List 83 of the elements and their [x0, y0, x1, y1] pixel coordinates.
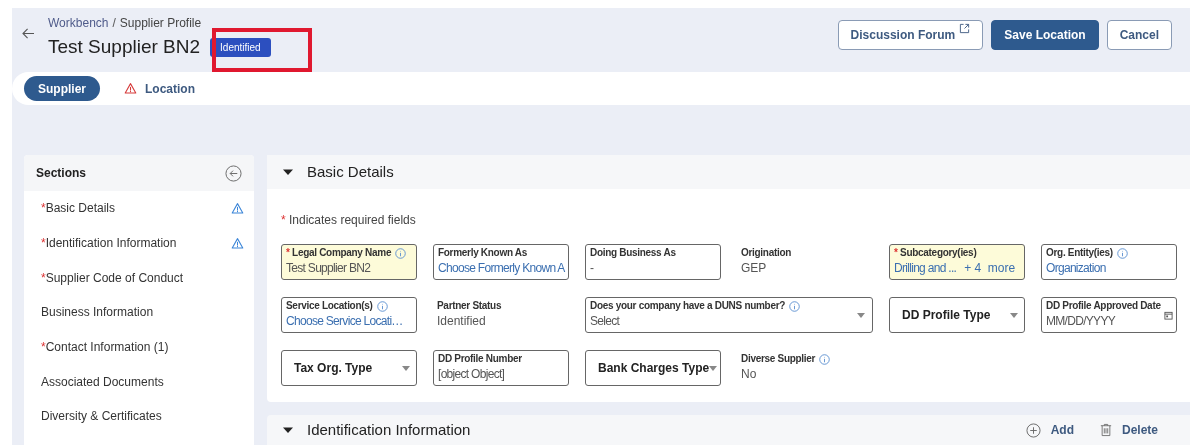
field-value: [object Object] — [438, 366, 505, 384]
input-field[interactable]: Doing Business As - — [585, 244, 721, 280]
save-button[interactable]: Save Location — [991, 20, 1099, 50]
input-field[interactable]: * Subcategory(ies) Drilling and ... + 4 more — [889, 244, 1025, 280]
input-field[interactable]: Org. Entity(ies) Organization — [1041, 244, 1177, 280]
field-value: Choose Service Locati… — [286, 313, 403, 331]
info-icon — [1116, 247, 1128, 259]
select-field[interactable]: Does your company have a DUNS number? Select — [585, 297, 873, 333]
field-label: Origination — [741, 246, 792, 260]
section-link[interactable]: Diversity & Certificates — [41, 407, 162, 426]
dropdown-label: DD Profile Type — [902, 307, 991, 324]
tab[interactable]: Location — [110, 76, 209, 101]
breadcrumb-link[interactable]: Workbench — [48, 14, 109, 32]
calendar-icon — [1164, 310, 1173, 320]
info-icon — [376, 300, 388, 312]
dropdown-field[interactable]: Bank Charges Type — [585, 350, 721, 386]
collapse-caret-icon[interactable] — [283, 167, 293, 177]
section-link[interactable]: Business Information — [41, 303, 154, 322]
back-arrow-icon[interactable] — [22, 28, 35, 39]
section-link[interactable]: *Supplier Code of Conduct — [41, 268, 184, 287]
field-value: Identified — [437, 313, 487, 331]
dropdown-field[interactable]: Tax Org. Type — [281, 350, 417, 386]
field-value: MM/DD/YYYY — [1046, 313, 1115, 331]
field-value: Choose Formerly Known A — [438, 260, 565, 278]
info-icon — [395, 247, 407, 259]
field-label: Service Location(s) — [286, 299, 373, 313]
info-icon — [819, 353, 831, 365]
caret-icon — [1010, 312, 1018, 318]
tab[interactable]: Supplier — [24, 76, 100, 101]
section-title[interactable]: Basic Details — [307, 160, 394, 184]
caret-icon — [402, 365, 410, 371]
add-button[interactable]: Add — [1025, 421, 1074, 439]
dropdown-field[interactable]: DD Profile Type — [889, 297, 1025, 333]
more-link[interactable]: + 4 more — [964, 259, 1016, 278]
field-value: Organization — [1046, 260, 1106, 278]
forum-button[interactable]: Discussion Forum — [837, 20, 984, 50]
warning-icon — [124, 82, 137, 95]
field-label: Doing Business As — [590, 246, 676, 260]
input-field[interactable]: Formerly Known As Choose Formerly Known A — [433, 244, 569, 280]
caret-icon — [857, 312, 865, 318]
delete-button[interactable]: Delete — [1099, 421, 1158, 439]
collapse-icon[interactable] — [225, 164, 242, 182]
status-badge: Identified — [210, 37, 271, 57]
input-field[interactable]: * Legal Company Name Test Supplier BN2 — [281, 244, 417, 280]
field-value: GEP — [741, 260, 768, 278]
field-value: Drilling and ... — [894, 260, 957, 278]
cancel-button[interactable]: Cancel — [1106, 20, 1172, 50]
warning-icon — [231, 236, 244, 250]
field-label: * Legal Company Name — [286, 246, 392, 260]
date-field[interactable]: DD Profile Approved Date MM/DD/YYYY — [1041, 297, 1177, 333]
section-title[interactable]: Identification Information — [307, 418, 471, 442]
section-link[interactable]: *Basic Details — [41, 199, 116, 218]
required-note: * Indicates required fields — [281, 213, 416, 227]
field-label: Formerly Known As — [438, 246, 527, 260]
collapse-caret-icon[interactable] — [283, 425, 293, 435]
trash-icon — [1099, 423, 1112, 437]
field-label: * Subcategory(ies) — [894, 246, 977, 260]
caret-icon — [709, 365, 718, 371]
external-link-icon — [959, 23, 971, 34]
page-title: Test Supplier BN2 — [48, 35, 201, 59]
input-field[interactable]: DD Profile Number [object Object] — [433, 350, 569, 386]
field-value: No — [741, 366, 758, 384]
field-label: DD Profile Number — [438, 352, 522, 366]
dropdown-label: Tax Org. Type — [294, 360, 373, 377]
breadcrumb-separator: / — [112, 15, 116, 32]
warning-icon — [231, 201, 244, 215]
input-field[interactable]: Service Location(s) Choose Service Locati… — [281, 297, 417, 333]
plus-icon — [1025, 422, 1041, 438]
field-label: Partner Status — [437, 299, 502, 313]
field-label: Diverse Supplier — [741, 352, 816, 366]
section-link[interactable]: *Contact Information (1) — [41, 338, 169, 357]
field-value: - — [590, 260, 594, 278]
panel-title: Sections — [36, 165, 86, 182]
field-value: Test Supplier BN2 — [286, 260, 371, 278]
breadcrumb-current: Supplier Profile — [119, 15, 202, 32]
section-link[interactable]: *Identification Information — [41, 234, 177, 253]
info-icon — [789, 300, 801, 312]
field-label: Org. Entity(ies) — [1046, 246, 1113, 260]
field-value: Select — [590, 313, 620, 331]
dropdown-label: Bank Charges Type — [598, 360, 710, 377]
field-label: Does your company have a DUNS number? — [590, 299, 786, 313]
section-link[interactable]: Associated Documents — [41, 372, 164, 391]
field-label: DD Profile Approved Date — [1046, 299, 1161, 313]
